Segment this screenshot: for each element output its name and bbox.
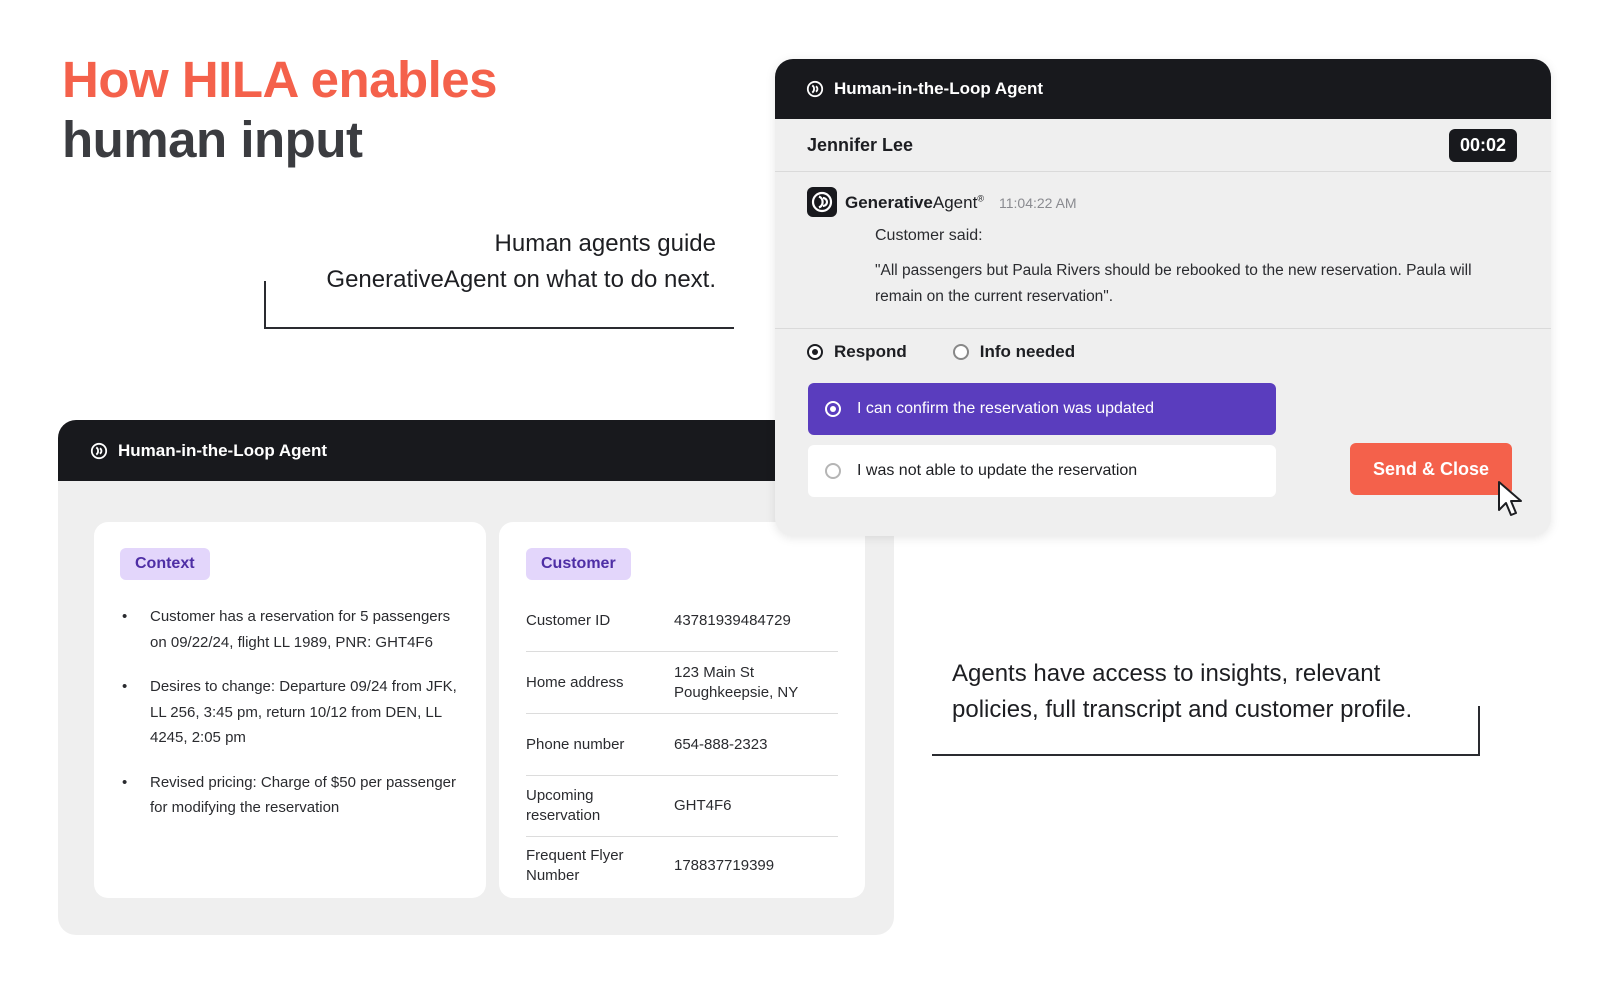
agent-panel-title: Human-in-the-Loop Agent <box>834 79 1043 98</box>
brand-light: Agent <box>932 193 978 212</box>
brand-bold: Generative <box>845 193 933 212</box>
customer-row: Upcoming reservation GHT4F6 <box>526 776 838 837</box>
message-timestamp: 11:04:22 AM <box>999 195 1077 211</box>
mode-info-needed[interactable]: Info needed <box>952 342 1076 362</box>
brand-mark: ® <box>977 193 984 204</box>
customer-row-label: Phone number <box>526 735 625 753</box>
callout-access-line-1: Agents have access to insights, relevant <box>952 660 1381 687</box>
customer-row-value: 43781939484729 <box>674 611 791 629</box>
generativeagent-logo-icon <box>807 187 837 217</box>
session-timer: 00:02 <box>1448 128 1517 162</box>
context-list: Customer has a reservation for 5 passeng… <box>120 604 460 840</box>
callout-guide-bracket-vertical <box>264 281 266 329</box>
message-block: GenerativeAgent® 11:04:22 AM Customer sa… <box>775 172 1551 329</box>
customer-row-label: Frequent Flyer Number <box>526 847 624 884</box>
heading-line-2: human input <box>62 111 363 168</box>
hila-logo-icon <box>90 442 108 459</box>
context-tag: Context <box>120 548 210 580</box>
hila-logo-icon <box>806 80 824 98</box>
customer-row-value: GHT4F6 <box>674 797 732 814</box>
customer-table: Customer ID 43781939484729 Home address … <box>526 590 838 895</box>
callout-guide: Human agents guide GenerativeAgent on wh… <box>250 226 716 298</box>
option-not-able-label: I was not able to update the reservation <box>857 462 1138 479</box>
mouse-pointer-icon <box>1498 481 1522 516</box>
customer-row: Frequent Flyer Number 178837719399 <box>526 837 838 895</box>
customer-row-value: 654-888-2323 <box>674 735 768 753</box>
callout-guide-line-1: Human agents guide <box>494 230 716 257</box>
response-mode-group: Respond Info needed <box>807 342 1121 362</box>
callout-access-bracket-horizontal <box>932 754 1480 756</box>
callout-access-bracket-vertical <box>1478 706 1480 756</box>
customer-row-value: 178837719399 <box>674 857 775 874</box>
context-panel-header: Human-in-the-Loop Agent <box>58 420 894 481</box>
customer-tag: Customer <box>526 548 631 580</box>
customer-row-label: Upcoming reservation <box>526 787 601 824</box>
callout-guide-bracket-horizontal <box>264 327 734 329</box>
customer-said-label: Customer said: <box>875 227 983 244</box>
send-close-button[interactable]: Send & Close <box>1350 443 1512 495</box>
option-not-able[interactable]: I was not able to update the reservation <box>808 445 1276 497</box>
option-confirm-updated[interactable]: I can confirm the reservation was update… <box>808 383 1276 435</box>
hila-agent-panel: Human-in-the-Loop Agent Jennifer Lee 00:… <box>775 59 1551 536</box>
customer-quote: "All passengers but Paula Rivers should … <box>875 262 1472 305</box>
heading-line-1: How HILA enables <box>62 51 498 108</box>
callout-access: Agents have access to insights, relevant… <box>952 656 1472 728</box>
context-item: Customer has a reservation for 5 passeng… <box>120 604 460 655</box>
customer-row: Phone number 654-888-2323 <box>526 714 838 776</box>
hila-context-panel: Human-in-the-Loop Agent Context Customer… <box>58 420 894 935</box>
context-item: Revised pricing: Charge of $50 per passe… <box>120 770 460 821</box>
customer-row-value: 123 Main St Poughkeepsie, NY <box>674 663 799 701</box>
respond-radio-icon[interactable] <box>807 344 823 360</box>
customer-card: Customer Customer ID 43781939484729 Home… <box>499 522 865 898</box>
agent-name: Jennifer Lee <box>807 134 914 155</box>
mode-respond-label: Respond <box>834 342 907 361</box>
callout-guide-line-2: GenerativeAgent on what to do next. <box>326 266 716 293</box>
context-panel-title: Human-in-the-Loop Agent <box>118 440 327 460</box>
agent-panel-header: Human-in-the-Loop Agent <box>775 59 1551 119</box>
customer-row-label: Customer ID <box>526 611 611 629</box>
info-needed-radio-icon[interactable] <box>952 344 969 360</box>
customer-row-label: Home address <box>526 673 624 691</box>
option-radio-icon[interactable] <box>825 463 841 479</box>
context-item: Desires to change: Departure 09/24 from … <box>120 674 460 751</box>
generativeagent-name: GenerativeAgent® <box>845 193 984 213</box>
page-heading: How HILA enables human input <box>62 50 498 170</box>
option-confirm-label: I can confirm the reservation was update… <box>857 400 1155 417</box>
agent-bar: Jennifer Lee 00:02 <box>775 119 1551 172</box>
customer-row: Customer ID 43781939484729 <box>526 590 838 652</box>
mode-respond[interactable]: Respond <box>807 342 907 362</box>
context-card: Context Customer has a reservation for 5… <box>94 522 486 898</box>
mode-info-needed-label: Info needed <box>979 342 1076 361</box>
callout-access-line-2: policies, full transcript and customer p… <box>952 696 1413 723</box>
customer-row: Home address 123 Main St Poughkeepsie, N… <box>526 652 838 714</box>
option-selected-radio-icon[interactable] <box>825 401 841 417</box>
